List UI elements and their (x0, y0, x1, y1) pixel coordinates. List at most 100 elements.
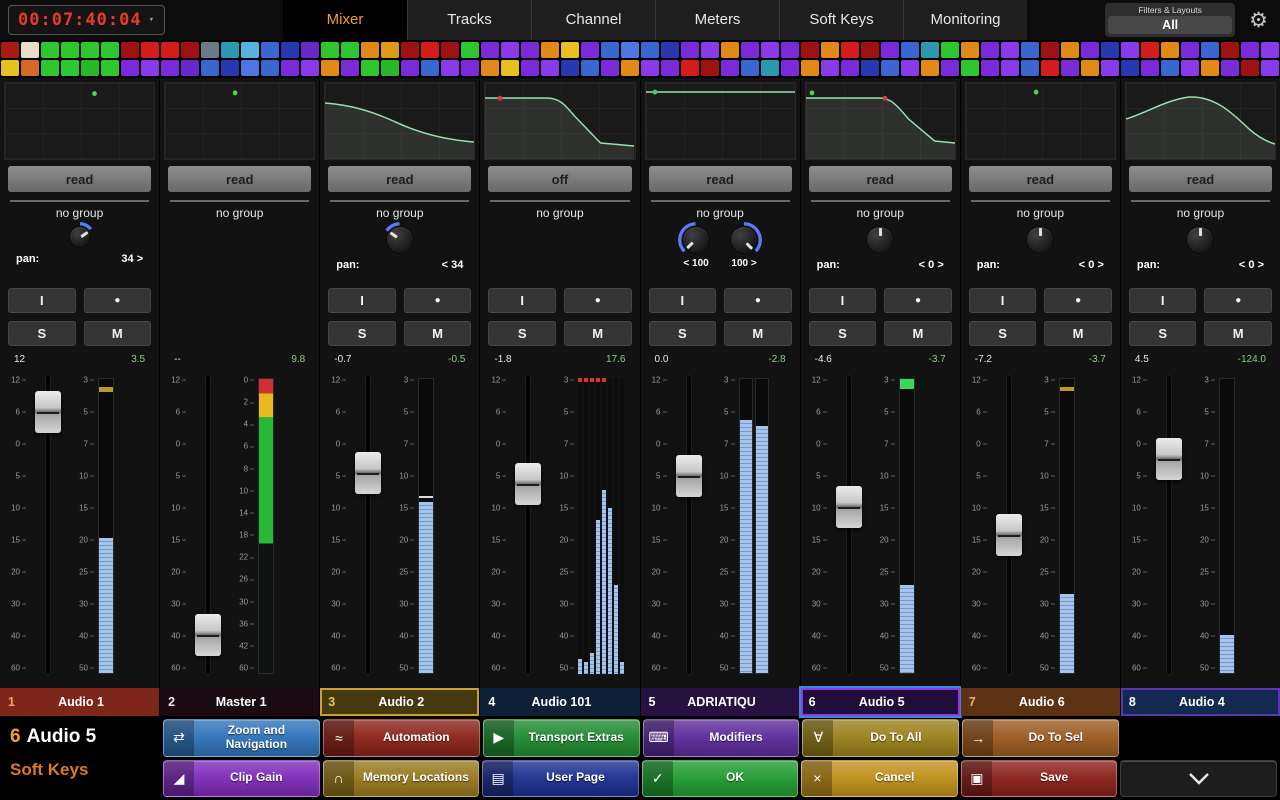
track-color-cell[interactable] (301, 42, 319, 58)
channel-name-bar[interactable]: 8 Audio 4 (1121, 688, 1280, 716)
track-color-cell[interactable] (141, 60, 159, 76)
track-color-cell[interactable] (1161, 60, 1179, 76)
input-monitor-button[interactable]: I (328, 288, 396, 313)
fader-cap[interactable] (195, 614, 221, 656)
input-monitor-button[interactable]: I (969, 288, 1037, 313)
record-arm-button[interactable]: ● (564, 288, 632, 313)
track-color-cell[interactable] (421, 60, 439, 76)
solo-button[interactable]: S (969, 321, 1037, 346)
track-color-cell[interactable] (1061, 60, 1079, 76)
track-color-cell[interactable] (941, 42, 959, 58)
automation-graph[interactable] (965, 82, 1116, 160)
mute-button[interactable]: M (564, 321, 632, 346)
track-color-cell[interactable] (1161, 42, 1179, 58)
track-color-cell[interactable] (401, 42, 419, 58)
track-color-cell[interactable] (941, 60, 959, 76)
track-color-cell[interactable] (1201, 60, 1219, 76)
record-arm-button[interactable]: ● (1044, 288, 1112, 313)
pan-knob[interactable] (1184, 224, 1216, 256)
mute-button[interactable]: M (84, 321, 152, 346)
automation-mode-button[interactable]: read (969, 166, 1112, 192)
softkeys-expand-button[interactable] (1120, 760, 1277, 798)
group-indicator[interactable]: no group (971, 200, 1110, 222)
automation-mode-button[interactable]: read (809, 166, 952, 192)
fader-track[interactable] (46, 376, 50, 674)
mute-button[interactable]: M (724, 321, 792, 346)
input-monitor-button[interactable]: I (488, 288, 556, 313)
softkey-memory-locations[interactable]: ∩Memory Locations (323, 760, 480, 798)
track-color-cell[interactable] (1261, 42, 1279, 58)
group-indicator[interactable]: no group (490, 200, 629, 222)
track-color-cell[interactable] (1241, 60, 1259, 76)
track-color-cell[interactable] (1001, 42, 1019, 58)
automation-graph[interactable] (805, 82, 956, 160)
track-color-cell[interactable] (881, 42, 899, 58)
automation-graph[interactable] (4, 82, 155, 160)
track-color-cell[interactable] (601, 60, 619, 76)
track-color-cell[interactable] (661, 60, 679, 76)
track-color-cell[interactable] (381, 42, 399, 58)
group-indicator[interactable]: no group (811, 200, 950, 222)
track-color-cell[interactable] (1141, 42, 1159, 58)
track-color-cell[interactable] (1101, 42, 1119, 58)
record-arm-button[interactable]: ● (884, 288, 952, 313)
track-color-cell[interactable] (921, 60, 939, 76)
track-color-cell[interactable] (841, 42, 859, 58)
softkey-modifiers[interactable]: ⌨Modifiers (643, 719, 800, 757)
channel-name-bar[interactable]: 6 Audio 5 (801, 688, 960, 716)
track-color-cell[interactable] (561, 42, 579, 58)
tab-channel[interactable]: Channel (531, 0, 655, 40)
track-color-cell[interactable] (561, 60, 579, 76)
mute-button[interactable]: M (404, 321, 472, 346)
track-color-cell[interactable] (1061, 42, 1079, 58)
record-arm-button[interactable]: ● (1204, 288, 1272, 313)
track-color-cell[interactable] (81, 42, 99, 58)
track-color-cell[interactable] (701, 42, 719, 58)
track-color-cell[interactable] (1181, 60, 1199, 76)
track-color-cell[interactable] (81, 60, 99, 76)
track-color-cell[interactable] (301, 60, 319, 76)
track-color-cell[interactable] (401, 60, 419, 76)
track-color-cell[interactable] (1201, 42, 1219, 58)
track-color-cell[interactable] (241, 42, 259, 58)
automation-mode-button[interactable]: read (649, 166, 792, 192)
track-color-cell[interactable] (441, 60, 459, 76)
track-color-cell[interactable] (801, 60, 819, 76)
track-color-cell[interactable] (1081, 60, 1099, 76)
solo-button[interactable]: S (809, 321, 877, 346)
pan-knob[interactable] (67, 224, 93, 250)
fader-track[interactable] (1167, 376, 1171, 674)
track-color-cell[interactable] (61, 60, 79, 76)
softkey-do-to-all[interactable]: ∀Do To All (802, 719, 959, 757)
track-color-cell[interactable] (681, 42, 699, 58)
track-color-cell[interactable] (341, 60, 359, 76)
input-monitor-button[interactable]: I (809, 288, 877, 313)
track-color-cell[interactable] (821, 60, 839, 76)
track-color-cell[interactable] (701, 60, 719, 76)
fader-cap[interactable] (836, 486, 862, 528)
track-color-cell[interactable] (621, 42, 639, 58)
track-color-cell[interactable] (1121, 42, 1139, 58)
fader-track[interactable] (847, 376, 851, 674)
track-color-cell[interactable] (1261, 60, 1279, 76)
solo-button[interactable]: S (488, 321, 556, 346)
record-arm-button[interactable]: ● (404, 288, 472, 313)
group-indicator[interactable]: no group (1131, 200, 1270, 222)
track-color-cell[interactable] (461, 42, 479, 58)
track-color-cell[interactable] (661, 42, 679, 58)
track-color-cell[interactable] (161, 60, 179, 76)
fader-cap[interactable] (996, 514, 1022, 556)
track-color-cell[interactable] (721, 42, 739, 58)
track-color-cell[interactable] (541, 60, 559, 76)
softkey-cancel[interactable]: ×Cancel (801, 760, 958, 798)
track-color-cell[interactable] (41, 60, 59, 76)
solo-button[interactable]: S (328, 321, 396, 346)
softkey-ok[interactable]: ✓OK (642, 760, 799, 798)
softkey-transport-extras[interactable]: ▶Transport Extras (483, 719, 640, 757)
timecode-display[interactable]: 00:07:40:04 ▾ (8, 5, 165, 35)
track-color-cell[interactable] (921, 42, 939, 58)
channel-name-bar[interactable]: 5 ADRIATIQU (641, 688, 800, 716)
input-monitor-button[interactable]: I (8, 288, 76, 313)
track-color-cell[interactable] (641, 42, 659, 58)
automation-graph[interactable] (1125, 82, 1276, 160)
